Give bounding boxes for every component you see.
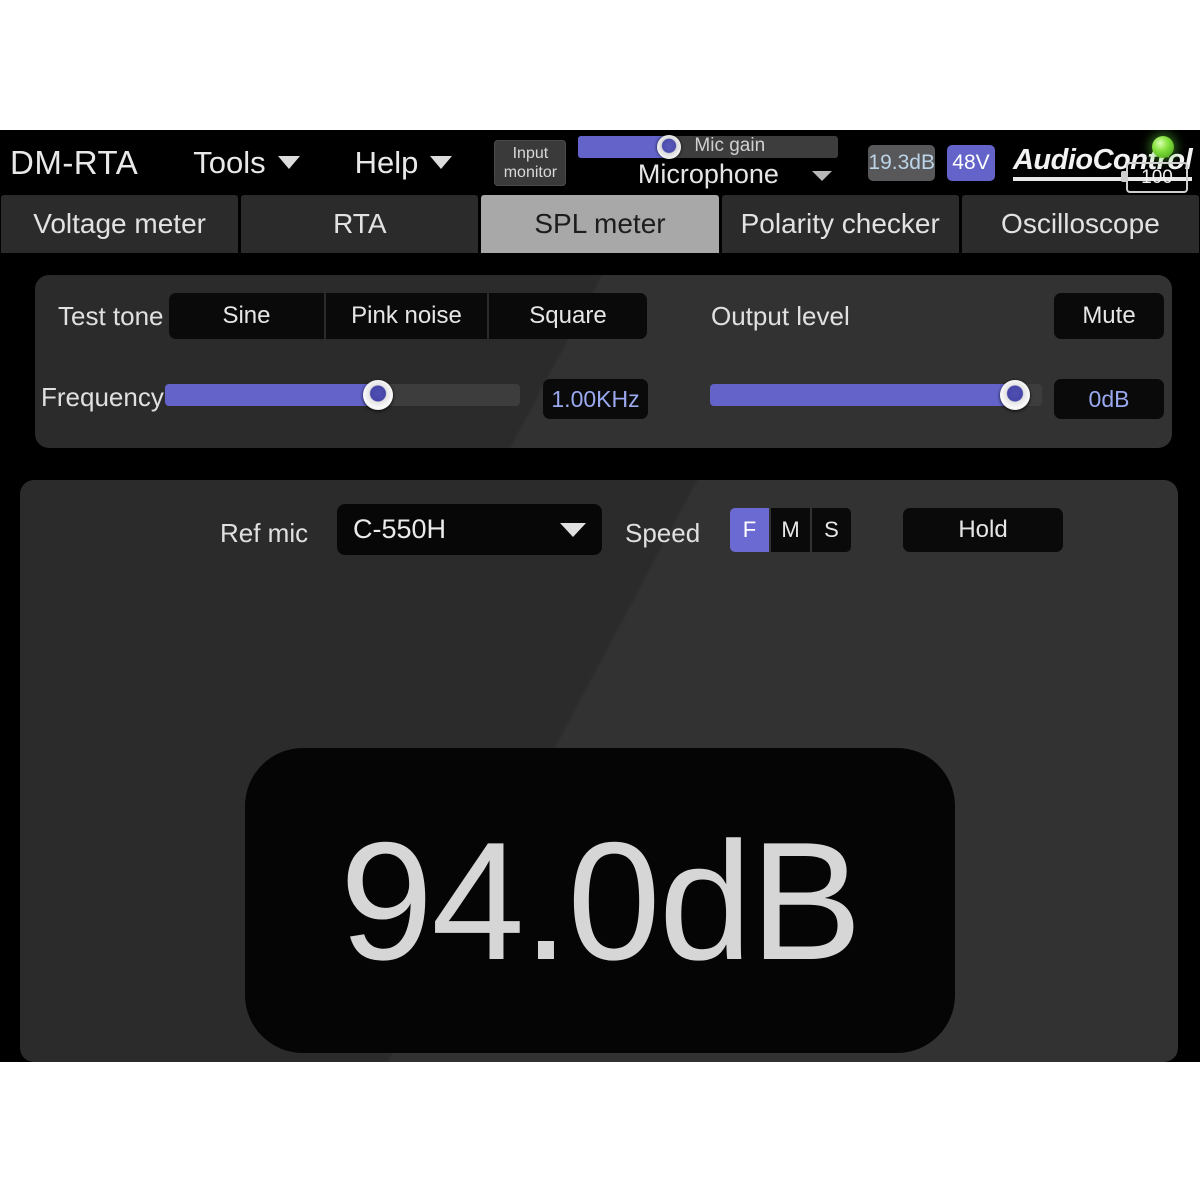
test-tone-label: Test tone — [58, 301, 164, 331]
tab-spl-meter[interactable]: SPL meter — [481, 195, 719, 253]
input-monitor-label-line1: Input — [512, 144, 549, 162]
spl-readout-value: 94.0dB — [339, 806, 862, 995]
chevron-down-icon — [560, 522, 586, 537]
frequency-value-box[interactable]: 1.00KHz — [543, 379, 648, 419]
output-level-slider-knob[interactable] — [1000, 380, 1031, 410]
tab-oscilloscope[interactable]: Oscilloscope — [961, 195, 1200, 253]
dm-rta-application-window: DM-RTA Tools Help Input monitor Mic gain… — [0, 130, 1200, 1062]
phantom-power-badge[interactable]: 48V — [946, 144, 995, 181]
mic-input-group: Mic gain Microphone — [578, 132, 840, 194]
output-level-value-box[interactable]: 0dB — [1054, 379, 1164, 419]
mute-button[interactable]: Mute — [1054, 293, 1164, 339]
device-status-group: 100 — [1121, 132, 1192, 194]
application-header-bar: DM-RTA Tools Help Input monitor Mic gain… — [0, 130, 1200, 195]
input-monitor-button[interactable]: Input monitor — [494, 139, 567, 186]
speed-medium-button[interactable]: M — [771, 508, 810, 552]
ref-mic-label: Ref mic — [220, 518, 309, 548]
spl-readout-display: 94.0dB — [245, 748, 955, 1053]
menu-tools-label: Tools — [193, 144, 266, 180]
output-level-slider-fill — [710, 384, 1016, 406]
waveform-square-button[interactable]: Square — [489, 293, 647, 339]
tab-rta[interactable]: RTA — [241, 195, 479, 253]
mic-source-select[interactable]: Microphone — [578, 159, 838, 190]
battery-indicator: 100 — [1121, 162, 1188, 193]
mic-gain-value-badge[interactable]: 19.3dB — [868, 144, 935, 181]
frequency-slider[interactable] — [165, 380, 520, 410]
mic-source-value: Microphone — [637, 158, 779, 189]
battery-level-label: 100 — [1141, 166, 1173, 188]
waveform-pink-noise-button[interactable]: Pink noise — [326, 293, 487, 339]
tab-voltage-meter[interactable]: Voltage meter — [1, 195, 239, 253]
speed-fast-button[interactable]: F — [730, 508, 769, 552]
power-led-icon — [1152, 136, 1174, 158]
output-level-label: Output level — [711, 301, 850, 331]
speed-slow-button[interactable]: S — [812, 508, 851, 552]
frequency-slider-knob[interactable] — [363, 380, 393, 410]
ref-mic-value: C-550H — [353, 514, 447, 544]
menu-tools[interactable]: Tools — [193, 144, 300, 181]
spl-meter-panel: Ref mic C-550H Speed F M S Hold 94.0dB d… — [20, 480, 1178, 1062]
frequency-slider-fill — [165, 384, 378, 406]
input-monitor-label-line2: monitor — [503, 163, 558, 181]
hold-button[interactable]: Hold — [903, 508, 1063, 552]
mic-gain-slider-fill — [578, 135, 670, 158]
mic-gain-slider[interactable] — [578, 134, 839, 159]
test-tone-panel: Test tone Sine Pink noise Square Output … — [35, 275, 1172, 448]
menu-help-label: Help — [354, 144, 419, 180]
waveform-sine-button[interactable]: Sine — [169, 293, 324, 339]
frequency-label: Frequency — [41, 382, 164, 412]
tab-polarity-checker[interactable]: Polarity checker — [721, 195, 959, 253]
output-level-slider[interactable] — [710, 380, 1042, 410]
mic-gain-slider-knob[interactable] — [657, 134, 682, 159]
menu-help[interactable]: Help — [355, 145, 453, 181]
app-title: DM-RTA — [10, 143, 139, 181]
main-tab-strip: Voltage meter RTA SPL meter Polarity che… — [0, 195, 1200, 253]
chevron-down-icon — [430, 156, 453, 169]
speed-label: Speed — [625, 518, 701, 548]
chevron-down-icon — [812, 170, 833, 181]
ref-mic-select[interactable]: C-550H — [337, 504, 602, 555]
chevron-down-icon — [277, 156, 300, 169]
